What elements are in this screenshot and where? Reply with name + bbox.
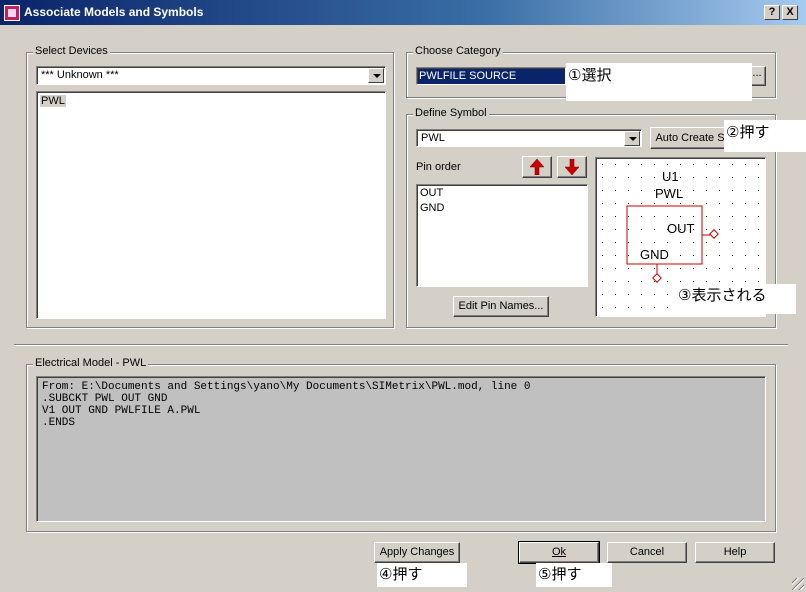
- annotation-select: ①選択: [566, 63, 752, 101]
- cancel-button[interactable]: Cancel: [607, 542, 687, 563]
- resize-grip[interactable]: [792, 578, 804, 590]
- device-list[interactable]: PWL: [36, 91, 386, 319]
- pin-order-label: Pin order: [416, 161, 461, 173]
- symbol-ref: U1: [662, 169, 679, 184]
- electrical-model-label: Electrical Model - PWL: [33, 357, 149, 369]
- model-line: .ENDS: [42, 417, 76, 429]
- pin-up-button[interactable]: [522, 156, 552, 178]
- edit-pin-names-button[interactable]: Edit Pin Names...: [453, 296, 549, 317]
- arrow-down-icon: [565, 159, 579, 175]
- symbol-combo[interactable]: PWL: [416, 129, 642, 147]
- symbol-combo-value: PWL: [421, 132, 445, 144]
- symbol-pin-out: OUT: [667, 221, 695, 236]
- title-bar: Associate Models and Symbols ? X: [0, 0, 806, 25]
- choose-category-label: Choose Category: [413, 45, 503, 57]
- annotation-press-auto: ②押す: [724, 120, 806, 152]
- model-line: From: E:\Documents and Settings\yano\My …: [42, 381, 531, 393]
- help-button[interactable]: Help: [695, 542, 775, 563]
- symbol-name: PWL: [655, 186, 684, 201]
- auto-create-symbol-button[interactable]: Auto Create S: [650, 127, 730, 149]
- model-line: .SUBCKT PWL OUT GND: [42, 393, 168, 405]
- arrow-up-icon: [530, 159, 544, 175]
- device-combo-value: *** Unknown ***: [41, 69, 119, 81]
- window-title: Associate Models and Symbols: [24, 5, 204, 19]
- ok-button[interactable]: Ok: [518, 541, 600, 564]
- list-item[interactable]: OUT: [420, 187, 443, 199]
- device-combo[interactable]: *** Unknown ***: [36, 66, 386, 85]
- app-icon: [4, 5, 20, 21]
- category-field[interactable]: PWLFILE SOURCE: [416, 67, 566, 85]
- model-text-area[interactable]: From: E:\Documents and Settings\yano\My …: [36, 376, 766, 522]
- chevron-down-icon[interactable]: [624, 131, 640, 146]
- annotation-press-ok: ⑤押す: [536, 563, 612, 587]
- list-item[interactable]: GND: [420, 202, 444, 214]
- chevron-down-icon[interactable]: [368, 68, 384, 83]
- close-title-button[interactable]: X: [782, 5, 798, 20]
- divider: [14, 344, 788, 346]
- symbol-pin-gnd: GND: [640, 247, 669, 262]
- category-value: PWLFILE SOURCE: [419, 70, 517, 82]
- annotation-displayed: ③表示される: [676, 284, 796, 314]
- define-symbol-label: Define Symbol: [413, 107, 489, 119]
- select-devices-label: Select Devices: [33, 45, 110, 57]
- annotation-press-apply: ④押す: [377, 563, 467, 587]
- pin-list[interactable]: OUT GND: [416, 184, 588, 287]
- help-title-button[interactable]: ?: [764, 5, 780, 20]
- pin-down-button[interactable]: [557, 156, 587, 178]
- list-item[interactable]: PWL: [40, 95, 66, 107]
- apply-changes-button[interactable]: Apply Changes: [374, 542, 460, 563]
- model-line: V1 OUT GND PWLFILE A.PWL: [42, 405, 201, 417]
